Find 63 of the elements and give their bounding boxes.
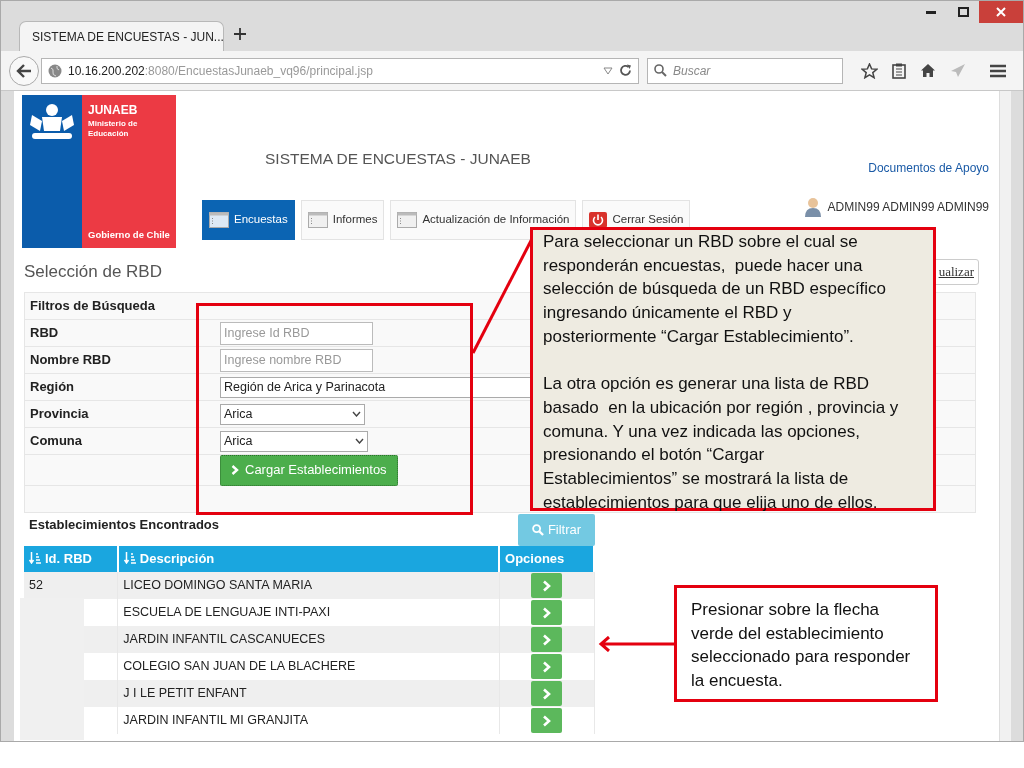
chevron-down-icon [352, 411, 361, 417]
chevron-icon [542, 687, 552, 700]
table-cell: J I LE PETIT ENFANT [117, 680, 500, 707]
minimize-icon[interactable] [926, 10, 936, 14]
dropdown-icon[interactable] [603, 66, 613, 75]
chevron-down-icon [355, 438, 364, 444]
scrollbar[interactable] [999, 91, 1011, 741]
chevron-icon [542, 606, 552, 619]
search-icon [531, 524, 544, 536]
chevron-icon [542, 714, 552, 727]
sort-icon [29, 552, 41, 565]
input-field[interactable]: Ingrese Id RBD [220, 321, 373, 345]
input-field[interactable]: Ingrese nombre RBD [220, 348, 373, 372]
select-field[interactable]: Arica [220, 430, 368, 452]
clipboard-icon[interactable] [892, 62, 906, 79]
table-cell: JARDIN INFANTIL MI GRANJITA [117, 707, 500, 734]
star-icon[interactable] [861, 62, 878, 79]
globe-icon [48, 63, 62, 78]
table-cell: JARDIN INFANTIL CASCANUECES [117, 626, 500, 653]
field-label: RBD [29, 324, 60, 343]
chevron-icon [231, 465, 239, 475]
menu-icon[interactable] [990, 63, 1006, 78]
user-icon [803, 197, 822, 217]
field-label: Región [29, 378, 76, 397]
search-input[interactable]: Buscar [673, 61, 833, 80]
new-tab-icon[interactable] [234, 28, 246, 40]
field-label: Provincia [29, 405, 90, 424]
ministry-name: Ministerio de Educación [88, 119, 139, 140]
note-text: Presionar sobre la flecha verde del establecimiento seleccionado para responder la encuesta. [691, 599, 912, 693]
chevron-icon [542, 579, 552, 592]
close-icon[interactable] [996, 7, 1006, 17]
nav-tab[interactable]: Encuestas [202, 200, 295, 240]
page-title: Selección de RBD [24, 261, 162, 284]
brand-name: JUNAEB [88, 102, 139, 119]
section-heading: Filtros de Búsqueda [29, 297, 156, 316]
table-cell: 52 [24, 572, 118, 599]
government-name: Gobierno de Chile [88, 227, 170, 242]
maximize-icon[interactable] [957, 7, 969, 17]
search-icon [654, 64, 667, 77]
section-heading: Establecimientos Encontrados [28, 516, 219, 534]
sort-icon [123, 552, 136, 565]
reload-icon[interactable] [619, 64, 632, 77]
field-label: Comuna [29, 432, 83, 451]
nav-tab[interactable]: Informes [300, 200, 385, 240]
chevron-icon [542, 660, 552, 673]
search-field[interactable]: Buscar [647, 57, 843, 84]
back-arrow-icon [16, 63, 32, 78]
list-icon [209, 212, 229, 228]
back-button[interactable] [9, 55, 39, 86]
power-icon [589, 212, 608, 228]
app-title: SISTEMA DE ENCUESTAS - JUNAEB [265, 149, 532, 169]
list-icon [307, 212, 328, 228]
browser-tab[interactable]: SISTEMA DE ENCUESTAS - JUN... [19, 21, 224, 51]
user-name: ADMIN99 ADMIN99 ADMIN99 [827, 199, 989, 216]
column-header: Opciones [499, 546, 594, 572]
chevron-icon [542, 633, 552, 646]
help-link[interactable]: Documentos de Apoyo [868, 159, 989, 177]
home-icon[interactable] [920, 63, 936, 78]
address-field[interactable]: 10.16.200.202:8080/EncuestasJunaeb_vq96/principal.jsp [41, 57, 639, 84]
list-icon [397, 212, 418, 228]
table-cell: LICEO DOMINGO SANTA MARIA [117, 572, 500, 599]
field-label: Nombre RBD [29, 351, 112, 370]
select-field[interactable]: Arica [220, 403, 365, 425]
